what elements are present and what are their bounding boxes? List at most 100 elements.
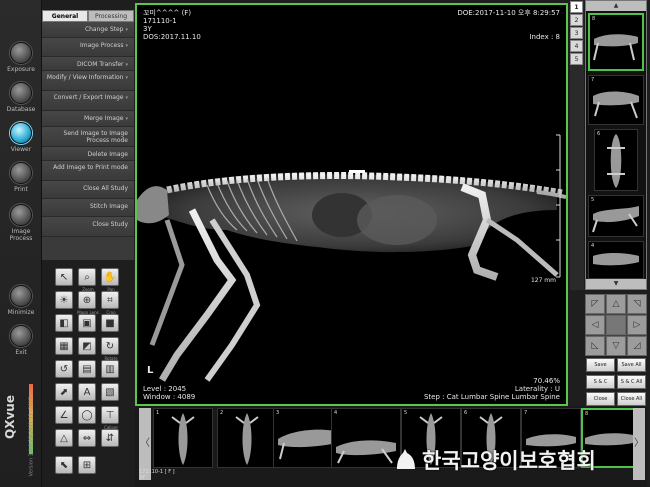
viewer-label: Viewer bbox=[10, 146, 32, 153]
stitch-tool[interactable]: ⇔ bbox=[78, 429, 96, 447]
database-button[interactable]: Database bbox=[0, 82, 42, 113]
thumb-number: 5 bbox=[404, 410, 408, 416]
pan-up-left-button[interactable]: ◸ bbox=[585, 294, 605, 314]
angle-tool[interactable]: ∠ bbox=[55, 406, 73, 424]
menu-modify-view-information[interactable]: Modify / View Information ▾ bbox=[42, 71, 134, 91]
series-5[interactable]: 5 bbox=[570, 53, 583, 65]
image-thumb[interactable]: 1 bbox=[153, 408, 213, 468]
print-button[interactable]: Print bbox=[0, 162, 42, 193]
menu-add-to-print[interactable]: Add Image to Print mode bbox=[42, 161, 134, 181]
crop-tool[interactable]: ⌗ Crop bbox=[101, 291, 119, 315]
series-thumb[interactable]: 8 bbox=[588, 13, 644, 71]
save-and-close-all-button[interactable]: S & C All bbox=[617, 375, 646, 389]
image-process-button[interactable]: Image Process bbox=[0, 204, 42, 242]
close-all-button[interactable]: Close All bbox=[617, 392, 646, 406]
series-1[interactable]: 1 bbox=[570, 1, 583, 13]
menu-merge-image[interactable]: Merge Image ▾ bbox=[42, 111, 134, 127]
pointer-tool[interactable]: ↖ bbox=[55, 268, 73, 286]
direction-pad: ◸ △ ◹ ◁ ▷ ◺ ▽ ◿ bbox=[585, 294, 647, 356]
series-4[interactable]: 4 bbox=[570, 40, 583, 52]
text-tool[interactable]: A bbox=[78, 383, 96, 401]
menu-delete-image[interactable]: Delete Image bbox=[42, 147, 134, 161]
fit-tool[interactable]: ▣ bbox=[78, 314, 96, 332]
zoom-tool[interactable]: ⌕ Zoom bbox=[78, 268, 96, 292]
series-2[interactable]: 2 bbox=[570, 14, 583, 26]
series-thumb[interactable]: 7 bbox=[588, 75, 644, 125]
sun-icon: ☀ bbox=[59, 295, 69, 306]
tab-general[interactable]: General bbox=[42, 10, 88, 22]
magnifier-lens-tool[interactable]: ⊕ Magn Lens bbox=[77, 291, 99, 315]
invert-icon: ◧ bbox=[59, 318, 69, 329]
report-tool[interactable]: ⊞ bbox=[78, 456, 96, 474]
image-thumb[interactable]: 4 bbox=[331, 408, 401, 468]
close-button[interactable]: Close bbox=[586, 392, 615, 406]
flip-tool[interactable]: ◩ bbox=[78, 337, 96, 355]
brand-logo: QXvue Version 3.0.0.25(2011.13 (2017.. bbox=[3, 380, 36, 476]
select-tool[interactable]: ⬉ bbox=[55, 456, 73, 474]
split-tool[interactable]: ⇵ bbox=[101, 429, 119, 447]
ellipse-tool[interactable]: ◯ bbox=[78, 406, 96, 424]
scroll-down-button[interactable]: ▼ bbox=[586, 279, 646, 289]
pan-down-left-button[interactable]: ◺ bbox=[585, 336, 605, 356]
fullscreen-tool[interactable]: ■ bbox=[101, 314, 119, 332]
menu-image-process[interactable]: Image Process ▾ bbox=[42, 38, 134, 57]
image-viewport[interactable]: 꼬미^^^^ (F) 171110-1 3Y DOS:2017.11.10 DO… bbox=[135, 3, 568, 406]
pan-center[interactable] bbox=[606, 315, 626, 335]
menu-close-study[interactable]: Close Study bbox=[42, 217, 134, 237]
exposure-button[interactable]: Exposure bbox=[0, 42, 42, 73]
thumb-number: 1 bbox=[156, 410, 160, 416]
ruler-tool[interactable]: ▧ bbox=[101, 383, 119, 401]
report-icon: ⊞ bbox=[82, 460, 92, 471]
pan-up-button[interactable]: △ bbox=[606, 294, 626, 314]
layout-tool[interactable]: ▦ bbox=[55, 337, 73, 355]
series-thumb[interactable]: 4 bbox=[588, 241, 644, 279]
viewer-button[interactable]: Viewer bbox=[0, 122, 42, 153]
pan-down-right-button[interactable]: ◿ bbox=[627, 336, 647, 356]
next-page-button[interactable]: 〉 bbox=[633, 408, 645, 480]
menu-send-to-image-process[interactable]: Send Image to Image Process mode bbox=[42, 127, 134, 147]
pan-right-button[interactable]: ▷ bbox=[627, 315, 647, 335]
save-button[interactable]: Save bbox=[586, 358, 615, 372]
thumb-xray bbox=[592, 206, 639, 233]
series-3[interactable]: 3 bbox=[570, 27, 583, 39]
thumb-number: 8 bbox=[585, 411, 589, 417]
image-tool[interactable]: ▤ bbox=[78, 360, 96, 378]
exposure-icon bbox=[10, 42, 32, 64]
grid-icon: ▦ bbox=[59, 341, 69, 352]
pointer-icon: ↖ bbox=[59, 272, 69, 283]
save-all-button[interactable]: Save All bbox=[617, 358, 646, 372]
menu-change-step[interactable]: Change Step ▾ bbox=[42, 22, 134, 38]
orientation-marker: L bbox=[147, 365, 154, 376]
arrow-tool[interactable]: ⬈ bbox=[55, 383, 73, 401]
series-thumb[interactable]: 5 bbox=[588, 195, 644, 237]
image-process-label: Image Process bbox=[9, 228, 33, 242]
minimize-button[interactable]: Minimize bbox=[0, 285, 42, 316]
ellipse-icon: ◯ bbox=[81, 410, 93, 421]
invert-tool[interactable]: ◧ bbox=[55, 314, 73, 332]
left-mode-rail: Exposure Database Viewer Print Image Pro… bbox=[0, 0, 42, 487]
print-icon bbox=[10, 162, 32, 184]
menu-convert-export-image[interactable]: Convert / Export Image ▾ bbox=[42, 91, 134, 111]
pan-tool[interactable]: ✋ Pan bbox=[101, 268, 119, 292]
undo-tool[interactable]: ↺ bbox=[55, 360, 73, 378]
pan-up-right-button[interactable]: ◹ bbox=[627, 294, 647, 314]
rotate-tool[interactable]: ↻ Rotate bbox=[101, 337, 119, 361]
image-thumb[interactable]: 2 bbox=[217, 408, 277, 468]
image-index: Index : 8 bbox=[529, 33, 560, 41]
caliper-tool[interactable]: ⊤ Caliper bbox=[101, 406, 119, 430]
triangle-tool[interactable]: △ bbox=[55, 429, 73, 447]
series-thumb[interactable]: 6 bbox=[594, 129, 638, 191]
cat-logo-icon bbox=[397, 449, 415, 469]
tab-processing[interactable]: Processing bbox=[88, 10, 134, 22]
menu-dicom-transfer[interactable]: DICOM Transfer ▾ bbox=[42, 57, 134, 71]
menu-stitch-image[interactable]: Stitch Image bbox=[42, 199, 134, 217]
save-and-close-button[interactable]: S & C bbox=[586, 375, 615, 389]
annotation-tool[interactable]: ▥ bbox=[101, 360, 119, 378]
pan-down-button[interactable]: ▽ bbox=[606, 336, 626, 356]
brand-name: QXvue bbox=[2, 395, 17, 439]
menu-close-all-study[interactable]: Close All Study bbox=[42, 181, 134, 199]
exit-button[interactable]: Exit bbox=[0, 325, 42, 356]
window-level-tool[interactable]: ☀ bbox=[55, 291, 73, 309]
scroll-up-button[interactable]: ▲ bbox=[586, 1, 646, 11]
pan-left-button[interactable]: ◁ bbox=[585, 315, 605, 335]
